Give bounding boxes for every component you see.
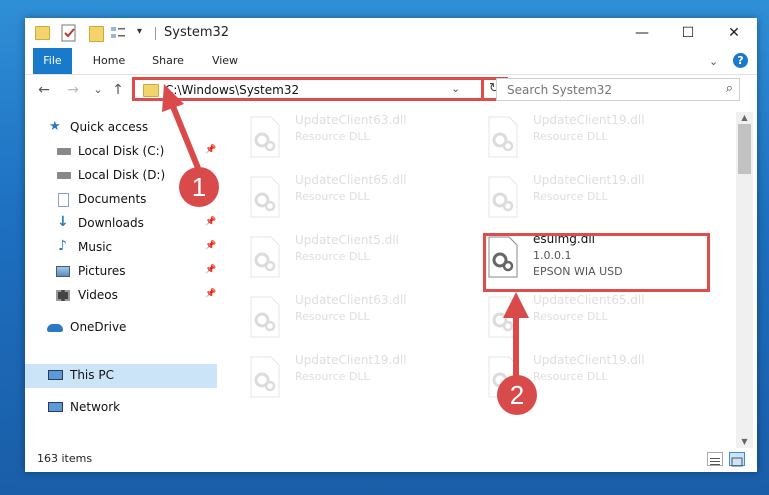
annotation-arrows <box>162 84 529 378</box>
step-2-badge: 2 <box>497 375 537 415</box>
step-1-badge: 1 <box>179 167 219 207</box>
